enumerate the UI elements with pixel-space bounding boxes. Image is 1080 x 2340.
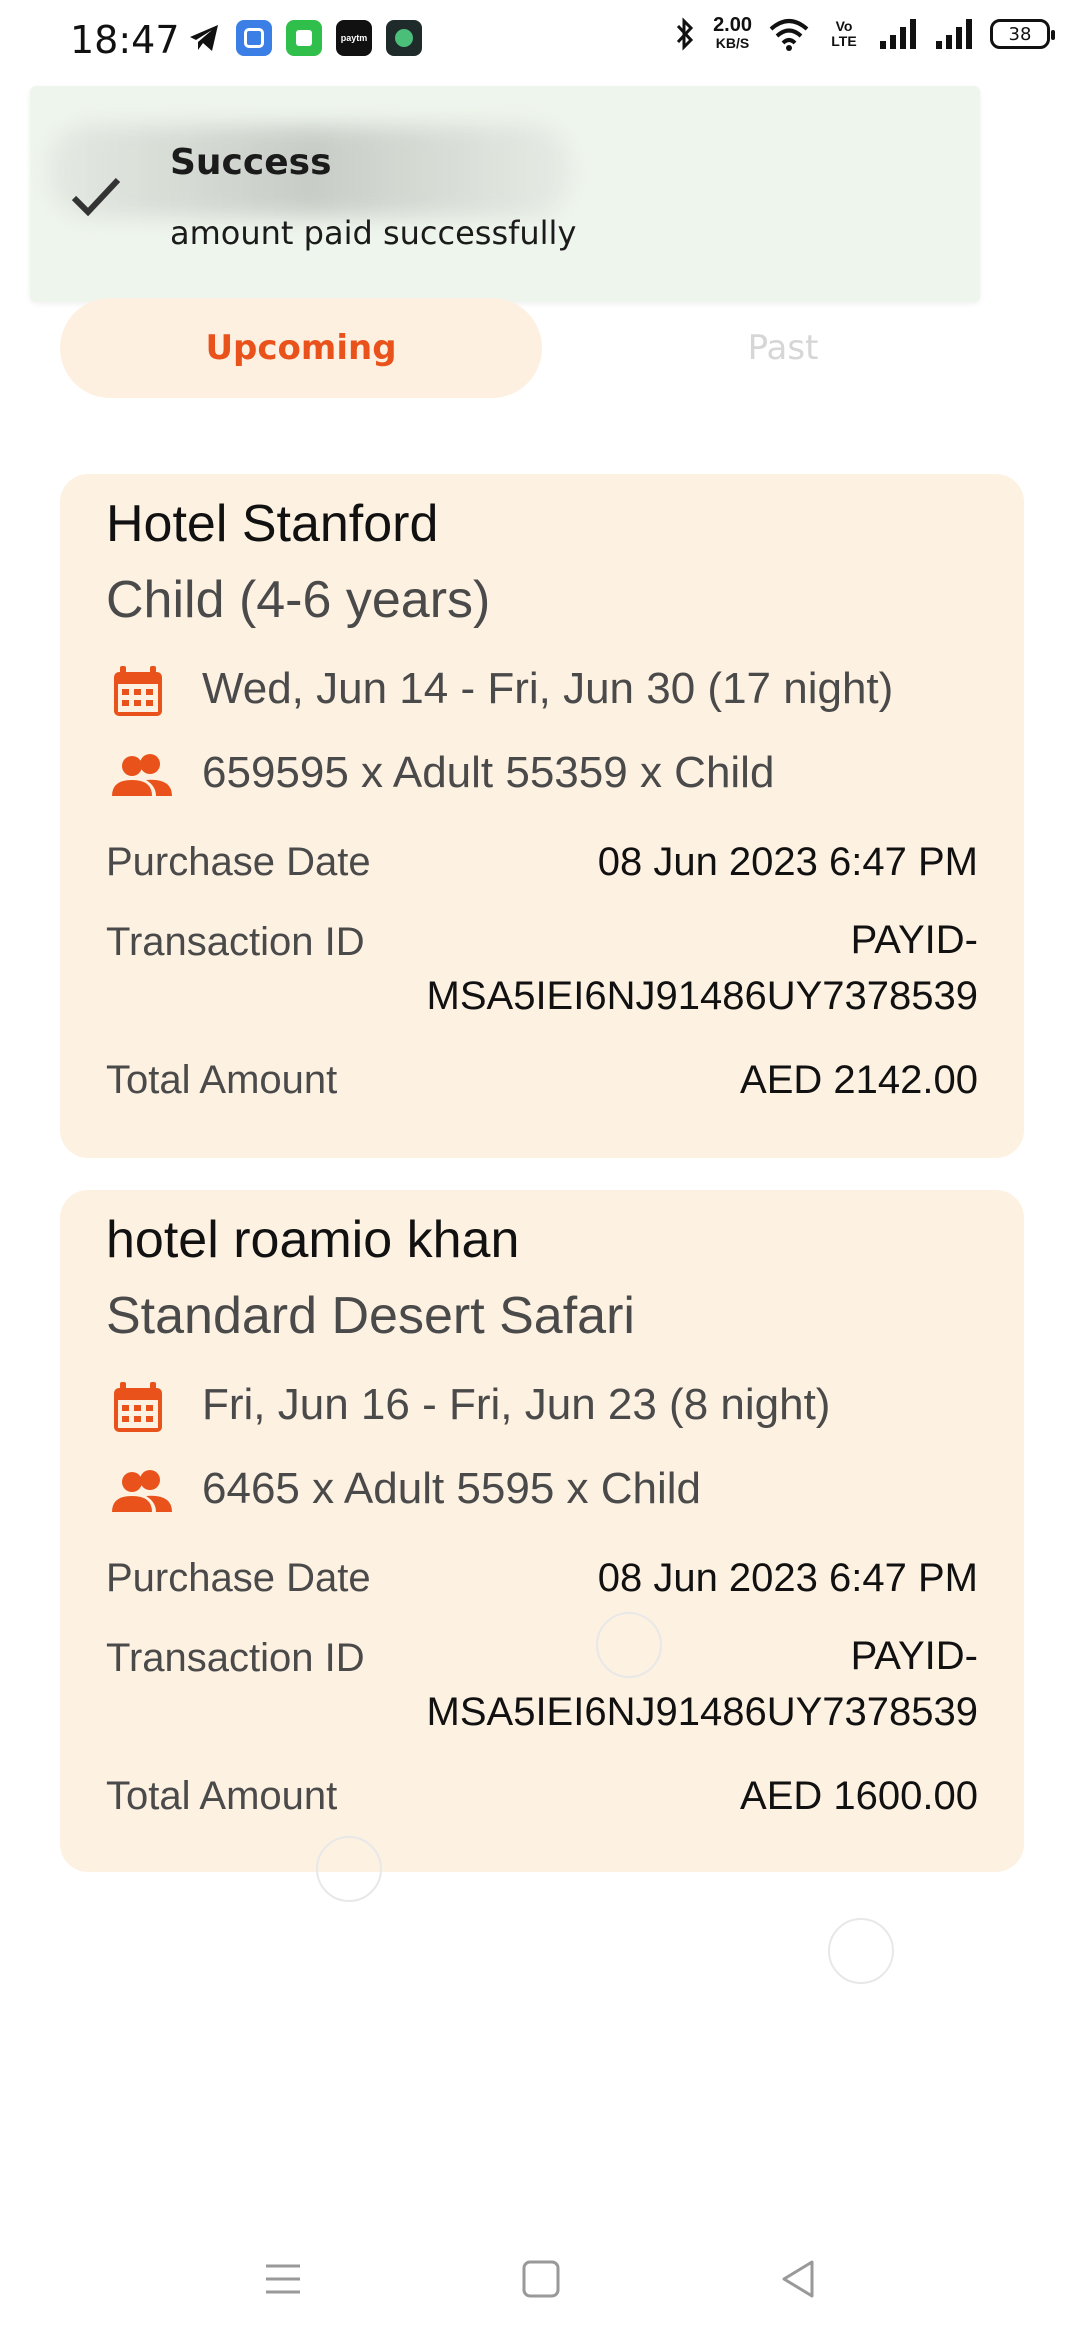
transaction-id-line1: PAYID- [850, 918, 978, 962]
bluetooth-icon [676, 17, 694, 51]
status-time: 18:47 [70, 18, 180, 62]
home-nav-icon[interactable] [516, 2254, 566, 2304]
signal-icon-2 [936, 19, 972, 49]
package-name: Standard Desert Safari [106, 1287, 635, 1345]
guest-count: 659595 x Adult 55359 x Child [202, 748, 775, 797]
menu-nav-icon[interactable] [258, 2254, 308, 2304]
paytm-icon: paytm [336, 20, 372, 56]
purchase-date-label: Purchase Date [106, 1556, 371, 1600]
total-amount-label: Total Amount [106, 1058, 338, 1102]
app-green-icon [286, 20, 322, 56]
touch-indicator [316, 1836, 382, 1902]
transaction-id-value: PAYID- MSA5IEI6NJ91486UY7378539 [378, 1628, 978, 1740]
booking-dates: Wed, Jun 14 - Fri, Jun 30 (17 night) [202, 664, 894, 713]
hotel-name: Hotel Stanford [106, 495, 439, 553]
app-dark-icon [386, 20, 422, 56]
battery-icon: 38 [990, 19, 1055, 49]
toast-title: Success [170, 142, 332, 183]
tab-past[interactable]: Past [542, 298, 1024, 398]
transaction-id-line2: MSA5IEI6NJ91486UY7378539 [426, 1690, 978, 1734]
network-speed-unit: KB/S [715, 35, 750, 51]
check-icon [71, 177, 121, 217]
volte-indicator: Vo LTE [831, 18, 857, 49]
booking-card[interactable]: Hotel Stanford Child (4-6 years) Wed, Ju… [60, 474, 1024, 1158]
toast-message: amount paid successfully [170, 214, 577, 252]
touch-indicator [596, 1612, 662, 1678]
purchase-date-value: 08 Jun 2023 6:47 PM [597, 1556, 978, 1600]
total-amount-value: AED 2142.00 [740, 1058, 978, 1102]
guest-count: 6465 x Adult 5595 x Child [202, 1464, 702, 1513]
booking-card[interactable]: hotel roamio khan Standard Desert Safari… [60, 1190, 1024, 1872]
purchase-date-label: Purchase Date [106, 840, 371, 884]
people-icon [112, 754, 172, 796]
total-amount-value: AED 1600.00 [740, 1774, 978, 1818]
calendar-icon [114, 666, 162, 716]
signal-icon-1 [880, 19, 916, 49]
wifi-icon [769, 19, 809, 51]
touch-indicator [828, 1918, 894, 1984]
tab-upcoming[interactable]: Upcoming [60, 298, 542, 398]
status-app-icons: paytm [186, 20, 422, 56]
purchase-date-value: 08 Jun 2023 6:47 PM [597, 840, 978, 884]
transaction-id-line2: MSA5IEI6NJ91486UY7378539 [426, 974, 978, 1018]
app-blue-icon [236, 20, 272, 56]
telegram-icon [190, 25, 218, 51]
back-nav-icon[interactable] [774, 2254, 824, 2304]
network-speed-value: 2.00 [713, 14, 752, 36]
total-amount-label: Total Amount [106, 1774, 338, 1818]
success-toast[interactable]: Success amount paid successfully [30, 86, 980, 302]
status-bar: 18:47 paytm 2.00 KB/S Vo LTE 38 [0, 0, 1080, 84]
calendar-icon [114, 1382, 162, 1432]
status-indicators: 2.00 KB/S Vo LTE 38 [673, 14, 1055, 52]
transaction-id-value: PAYID- MSA5IEI6NJ91486UY7378539 [378, 912, 978, 1024]
transaction-id-line1: PAYID- [850, 1634, 978, 1678]
people-icon [112, 1470, 172, 1512]
package-name: Child (4-6 years) [106, 571, 491, 629]
booking-dates: Fri, Jun 16 - Fri, Jun 23 (8 night) [202, 1380, 831, 1429]
hotel-name: hotel roamio khan [106, 1211, 520, 1269]
transaction-id-label: Transaction ID [106, 1636, 365, 1680]
network-speed: 2.00 KB/S [713, 14, 752, 52]
transaction-id-label: Transaction ID [106, 920, 365, 964]
